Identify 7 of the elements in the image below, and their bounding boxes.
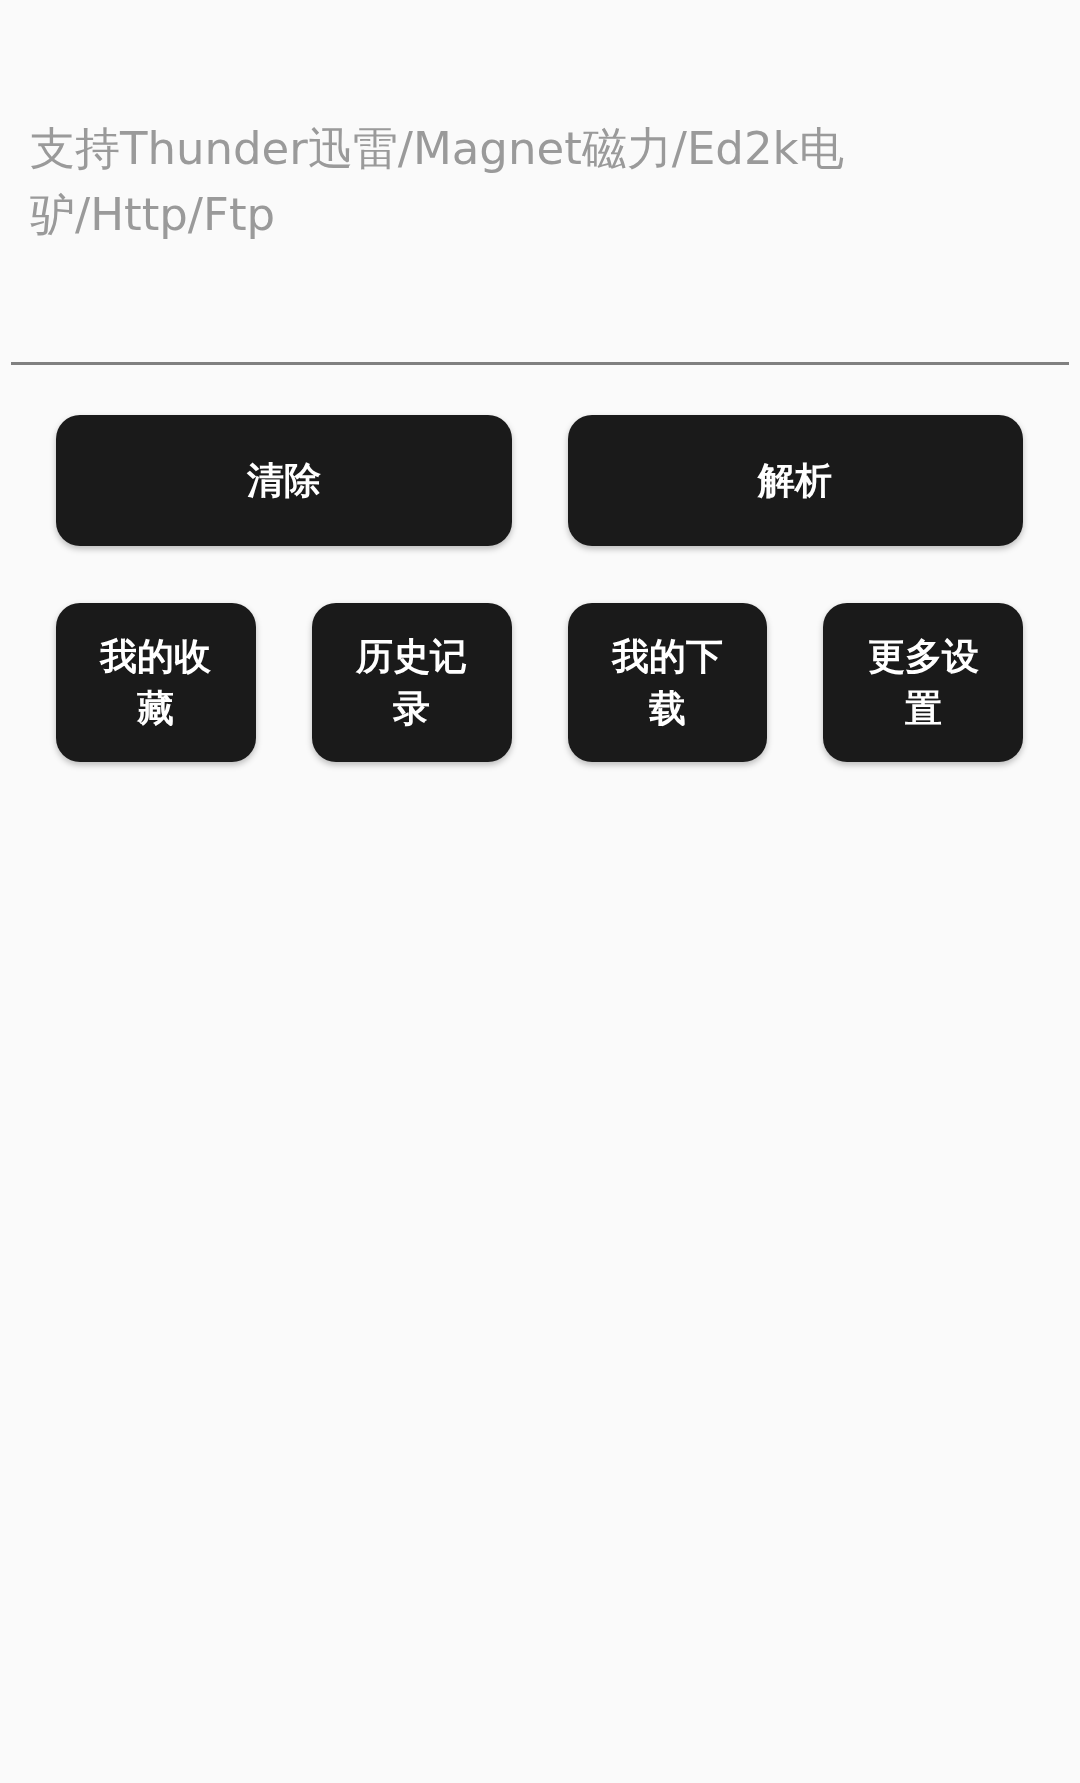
action-button[interactable]: 解析 [567, 415, 1023, 546]
menu-button[interactable]: 历史记录 [311, 603, 512, 762]
link-input-field[interactable]: 支持Thunder迅雷/Magnet磁力/Ed2k电驴/Http/Ftp [11, 112, 1069, 365]
menu-button[interactable]: 更多设置 [823, 603, 1023, 762]
menu-button[interactable]: 我的收藏 [56, 603, 256, 762]
action-button[interactable]: 清除 [56, 415, 512, 546]
menu-button[interactable]: 我的下载 [567, 603, 768, 762]
